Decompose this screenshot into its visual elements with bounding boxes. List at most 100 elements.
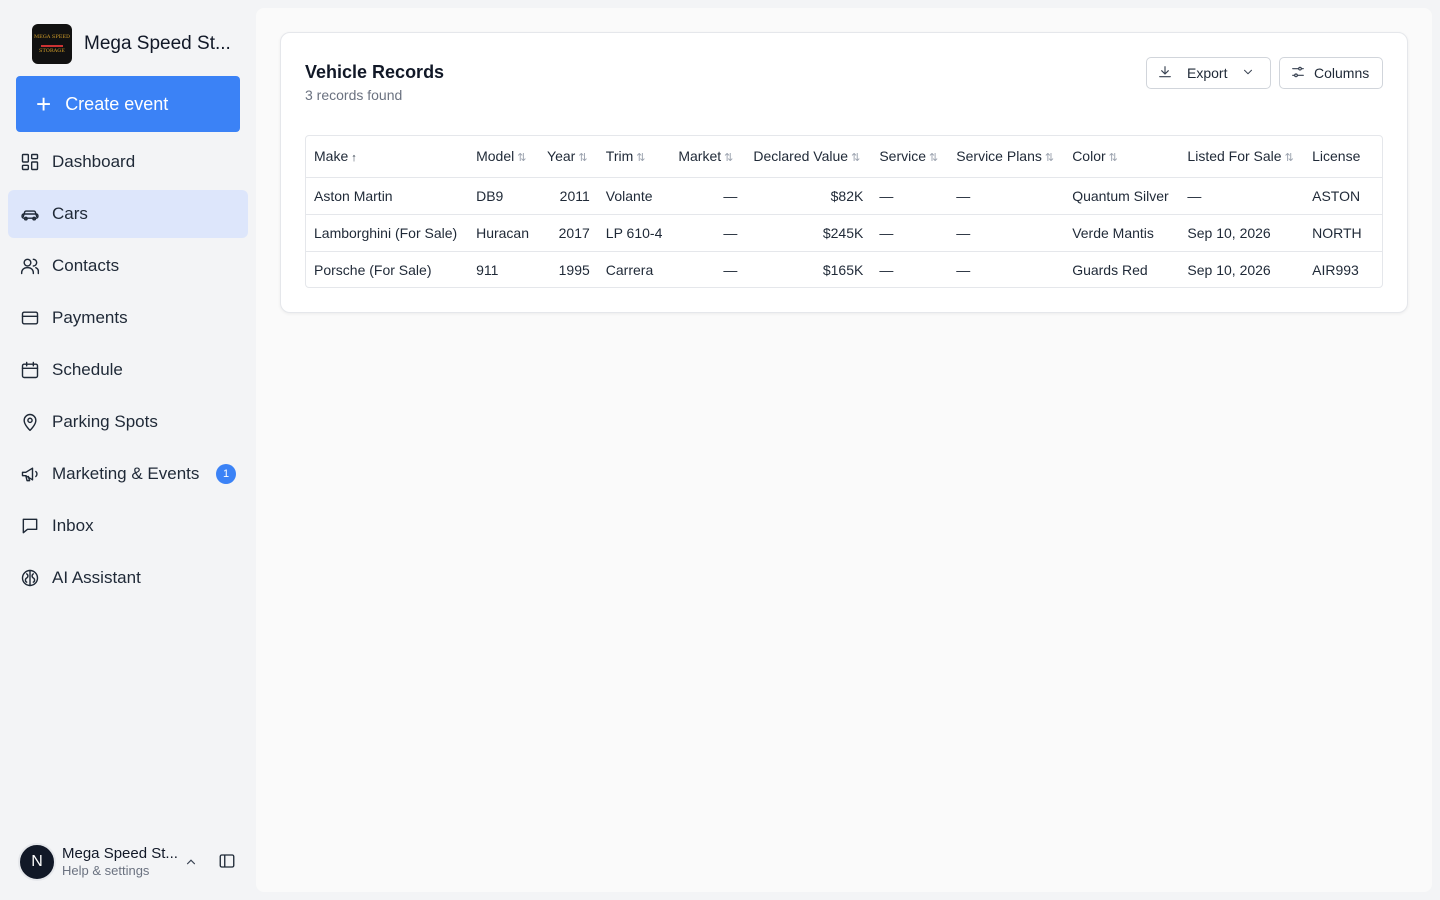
sidebar-item-parking-spots[interactable]: Parking Spots xyxy=(8,398,248,446)
cell-market: — xyxy=(670,214,746,252)
export-label: Export xyxy=(1187,65,1228,81)
sidebar-item-contacts[interactable]: Contacts xyxy=(8,242,248,290)
sidebar-item-payments[interactable]: Payments xyxy=(8,294,248,342)
vehicle-records-card: Vehicle Records 3 records found Export C… xyxy=(280,32,1408,313)
header-label: Service xyxy=(879,148,927,165)
map-pin-icon xyxy=(20,412,40,432)
cell-service: — xyxy=(871,214,949,252)
sidebar-toggle-icon[interactable] xyxy=(218,852,236,875)
cell-color: Verde Mantis xyxy=(1064,214,1180,252)
logo-text-bottom: STORAGE xyxy=(39,48,65,54)
header-label: Make xyxy=(314,148,349,165)
cell-year: 2017 xyxy=(539,214,598,252)
sidebar-item-label: Parking Spots xyxy=(52,412,158,431)
cell-make: Lamborghini (For Sale) xyxy=(306,214,469,252)
column-header-listed-for-sale[interactable]: Listed For Sale ⇅ xyxy=(1179,136,1305,178)
sidebar-item-schedule[interactable]: Schedule xyxy=(8,346,248,394)
logo-text-top: MEGA SPEED xyxy=(33,33,71,40)
cell-make: Aston Martin xyxy=(306,177,469,215)
sort-asc-icon: ↑ xyxy=(351,152,357,165)
brain-icon xyxy=(20,568,40,588)
users-icon xyxy=(20,256,40,276)
sort-icon: ⇅ xyxy=(929,152,939,165)
sort-icon: ⇅ xyxy=(1044,152,1055,165)
sort-icon: ⇅ xyxy=(1108,152,1118,165)
vehicle-table: Make ↑ Model ⇅ Year ⇅ Trim ⇅ Market ⇅ Declare… xyxy=(305,135,1383,288)
column-header-color[interactable]: Color ⇅ xyxy=(1064,136,1180,178)
plus-icon: + xyxy=(36,89,52,119)
cell-license: NORTH xyxy=(1304,214,1382,252)
cell-service: — xyxy=(879,261,894,278)
header-label: Trim xyxy=(605,148,634,165)
column-header-make[interactable]: Make ↑ xyxy=(306,136,469,178)
column-header-market[interactable]: Market ⇅ xyxy=(670,136,746,178)
sidebar-item-label: AI Assistant xyxy=(52,568,141,587)
column-header-declared-value[interactable]: Declared Value ⇅ xyxy=(745,136,872,178)
sliders-icon xyxy=(1290,64,1306,83)
column-header-model[interactable]: Model ⇅ xyxy=(468,136,540,178)
cell-listed-for-sale: Sep 10, 2026 xyxy=(1179,214,1305,252)
table-row[interactable]: Aston Martin DB9 2011 Volante — $82K — —… xyxy=(306,177,1382,215)
header-label: Market xyxy=(678,148,722,165)
sidebar-item-label: Schedule xyxy=(52,360,123,379)
table-row[interactable]: Lamborghini (For Sale) Huracan 2017 LP 6… xyxy=(306,214,1382,252)
cell-year: 2011 xyxy=(539,177,598,215)
car-icon xyxy=(20,204,40,224)
sidebar-item-cars[interactable]: Cars xyxy=(8,190,248,238)
header-label: Color xyxy=(1072,148,1106,165)
column-header-service[interactable]: Service ⇅ xyxy=(871,136,949,178)
download-icon xyxy=(1157,64,1173,83)
sidebar-item-ai-assistant[interactable]: AI Assistant xyxy=(8,554,248,602)
record-count: 3 records found xyxy=(305,87,403,103)
column-header-year[interactable]: Year ⇅ xyxy=(539,136,598,178)
cell-year: 1995 xyxy=(558,261,590,278)
sort-icon: ⇅ xyxy=(1284,152,1294,165)
sidebar-item-marketing-events[interactable]: Marketing & Events 1 xyxy=(8,450,248,498)
sidebar-item-label: Contacts xyxy=(52,256,120,275)
credit-card-icon xyxy=(20,308,40,328)
cell-color: Quantum Silver xyxy=(1064,177,1180,215)
chevron-up-icon[interactable] xyxy=(184,855,198,874)
table-header-row: Make ↑ Model ⇅ Year ⇅ Trim ⇅ Market ⇅ Declare… xyxy=(306,136,1382,178)
brand[interactable]: MEGA SPEED STORAGE Mega Speed St... xyxy=(32,24,231,64)
export-button[interactable]: Export xyxy=(1146,57,1271,89)
sidebar-nav: Dashboard Cars Contacts Payments Schedul… xyxy=(8,138,248,606)
column-header-license[interactable]: License xyxy=(1304,136,1382,178)
cell-service-plans: — xyxy=(956,261,971,278)
cell-trim: Volante xyxy=(597,177,671,215)
sidebar-item-label: Cars xyxy=(52,204,88,223)
account-menu[interactable]: N Mega Speed St... Help & settings xyxy=(18,842,248,882)
cell-license: ASTON xyxy=(1304,177,1382,215)
sidebar-item-label: Marketing & Events xyxy=(52,464,200,483)
cell-service: — xyxy=(871,177,949,215)
header-label: Declared Value xyxy=(753,148,849,165)
header-label: License xyxy=(1312,148,1361,165)
columns-button[interactable]: Columns xyxy=(1279,57,1383,89)
create-event-button[interactable]: + Create event xyxy=(16,76,240,132)
account-text: Mega Speed St... Help & settings xyxy=(62,845,178,879)
brand-name: Mega Speed St... xyxy=(84,33,231,54)
cell-trim: LP 610-4 xyxy=(597,214,671,252)
cell-declared-value: $165K xyxy=(822,261,864,278)
calendar-icon xyxy=(20,360,40,380)
header-label: Listed For Sale xyxy=(1187,148,1282,165)
sidebar-item-inbox[interactable]: Inbox xyxy=(8,502,248,550)
notification-badge: 1 xyxy=(216,464,236,484)
megaphone-icon xyxy=(20,464,40,484)
cell-declared-value: $245K xyxy=(745,214,872,252)
cell-listed-for-sale: Sep 10, 2026 xyxy=(1187,261,1271,278)
sort-icon: ⇅ xyxy=(517,152,527,165)
cell-license: AIR993 xyxy=(1312,261,1359,278)
column-header-service-plans[interactable]: Service Plans ⇅ xyxy=(948,136,1065,178)
cell-declared-value: $82K xyxy=(745,177,872,215)
cell-market: — xyxy=(723,261,738,278)
logo-car-graphic xyxy=(41,41,63,47)
cell-model: Huracan xyxy=(468,214,540,252)
table-row[interactable]: Porsche (For Sale) 911 1995 Carrera — $1… xyxy=(306,251,1382,287)
main-content: Vehicle Records 3 records found Export C… xyxy=(256,8,1432,892)
columns-label: Columns xyxy=(1314,65,1370,81)
column-header-trim[interactable]: Trim ⇅ xyxy=(597,136,671,178)
create-event-label: Create event xyxy=(65,93,169,114)
sort-icon: ⇅ xyxy=(851,152,861,165)
sidebar-item-dashboard[interactable]: Dashboard xyxy=(8,138,248,186)
